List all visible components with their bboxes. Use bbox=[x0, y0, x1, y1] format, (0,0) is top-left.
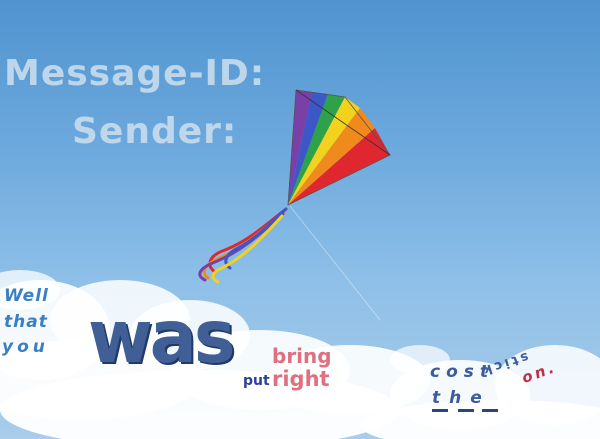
sender-header-label: Sender: bbox=[72, 111, 238, 152]
word-the: the bbox=[432, 388, 491, 408]
word-put: put bbox=[243, 373, 270, 389]
rainbow-kite bbox=[287, 89, 391, 206]
word-that: that bbox=[4, 312, 48, 332]
kite-tails bbox=[198, 207, 288, 284]
word-right: right bbox=[272, 367, 330, 391]
word-well: Well bbox=[4, 286, 49, 306]
kite-string bbox=[289, 205, 381, 321]
message-id-header-label: Message-ID: bbox=[4, 53, 266, 94]
word-you: you bbox=[2, 337, 49, 357]
word-bring: bring bbox=[272, 344, 332, 368]
kite-sky-scene: Message-ID: Sender: Well that you was br… bbox=[0, 0, 600, 439]
word-was: was bbox=[88, 293, 236, 380]
